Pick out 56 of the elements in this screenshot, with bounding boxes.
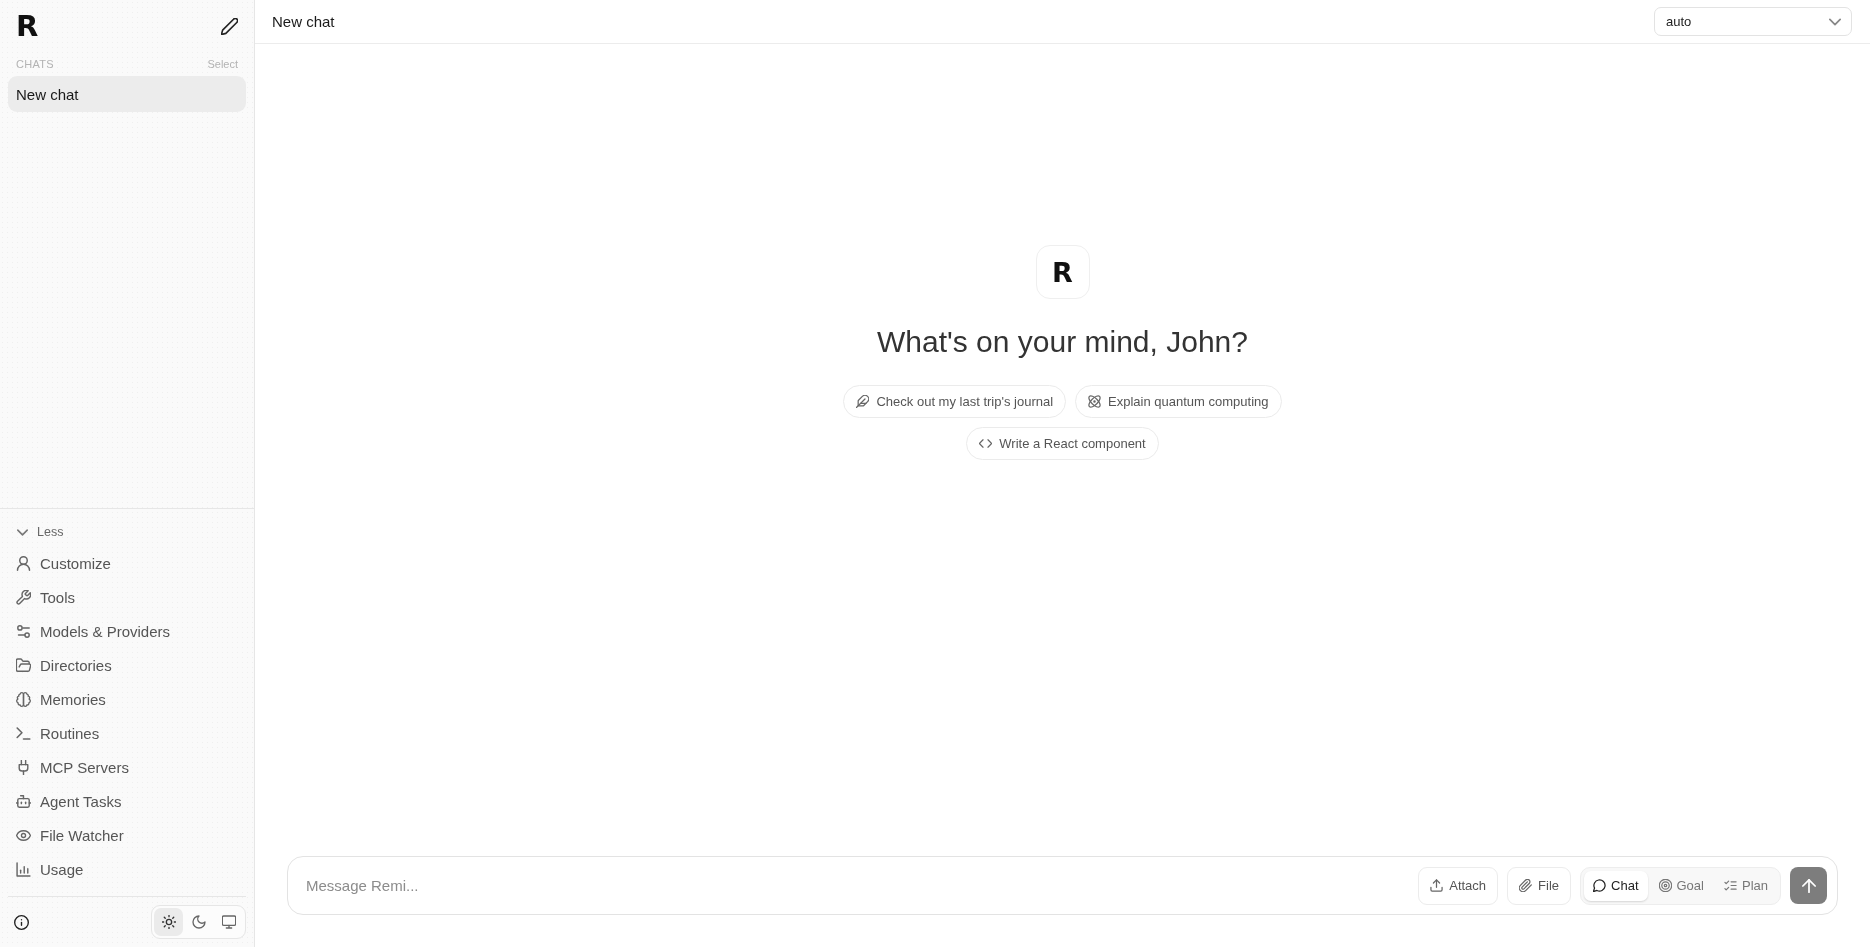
send-button[interactable] — [1790, 867, 1827, 904]
nav-item[interactable]: MCP Servers — [8, 750, 246, 784]
moon-icon — [191, 915, 206, 929]
feather-icon — [856, 395, 870, 408]
light-theme-button[interactable] — [154, 908, 183, 936]
plug-icon — [16, 759, 31, 775]
message-composer[interactable]: Message Remi... Attach File Chat Goal Plan — [287, 856, 1838, 915]
checklist-icon — [1723, 879, 1737, 892]
paperclip-icon — [1519, 879, 1533, 892]
mode-tab[interactable]: Chat — [1584, 870, 1648, 901]
info-icon — [14, 914, 29, 930]
nav-item[interactable]: Routines — [8, 716, 246, 750]
nav-item[interactable]: Memories — [8, 682, 246, 716]
chat-item[interactable]: New chat — [8, 76, 246, 112]
target-icon — [1658, 879, 1672, 892]
message-input[interactable]: Message Remi... — [306, 867, 1410, 904]
logo: R — [16, 11, 39, 41]
chevron-down-icon — [17, 526, 28, 538]
nav-item[interactable]: Tools — [8, 580, 246, 614]
speech-bubble-icon — [1593, 879, 1607, 892]
suggestion-chip[interactable]: Write a React component — [966, 427, 1159, 460]
welcome-heading: What's on your mind, John? — [877, 324, 1248, 360]
atom-icon — [1088, 395, 1102, 408]
less-toggle[interactable]: Less — [8, 520, 64, 544]
nav-item[interactable]: File Watcher — [8, 818, 246, 852]
monitor-icon — [221, 915, 236, 929]
nav-item[interactable]: Customize — [8, 546, 246, 580]
eye-icon — [16, 827, 31, 843]
pencil-icon — [221, 17, 238, 35]
sun-icon — [161, 915, 176, 929]
wrench-icon — [16, 589, 31, 605]
chat-title: New chat — [272, 13, 335, 30]
mode-tab[interactable]: Plan — [1714, 870, 1777, 901]
code-icon — [979, 437, 993, 450]
folder-icon — [16, 657, 31, 673]
user-icon — [16, 555, 31, 571]
nav-item[interactable]: Agent Tasks — [8, 784, 246, 818]
new-chat-button[interactable] — [221, 17, 238, 35]
model-select[interactable]: auto — [1654, 7, 1852, 36]
suggestion-chip[interactable]: Explain quantum computing — [1075, 385, 1282, 418]
nav-item[interactable]: Models & Providers — [8, 614, 246, 648]
nav-item[interactable]: Usage — [8, 852, 246, 886]
suggestion-chip[interactable]: Check out my last trip's journal — [843, 385, 1067, 418]
file-button[interactable]: File — [1507, 866, 1572, 905]
robot-icon — [16, 793, 31, 809]
terminal-icon — [16, 725, 31, 741]
logo-tile: R — [1035, 245, 1090, 299]
info-button[interactable] — [14, 914, 29, 930]
section-label: CHATS — [16, 58, 54, 70]
bar-chart-icon — [16, 861, 31, 877]
sliders-icon — [16, 623, 31, 639]
attach-button[interactable]: Attach — [1418, 866, 1499, 905]
upload-icon — [1430, 879, 1444, 892]
brain-icon — [16, 691, 31, 707]
nav-item[interactable]: Directories — [8, 648, 246, 682]
mode-tab[interactable]: Goal — [1649, 870, 1713, 901]
